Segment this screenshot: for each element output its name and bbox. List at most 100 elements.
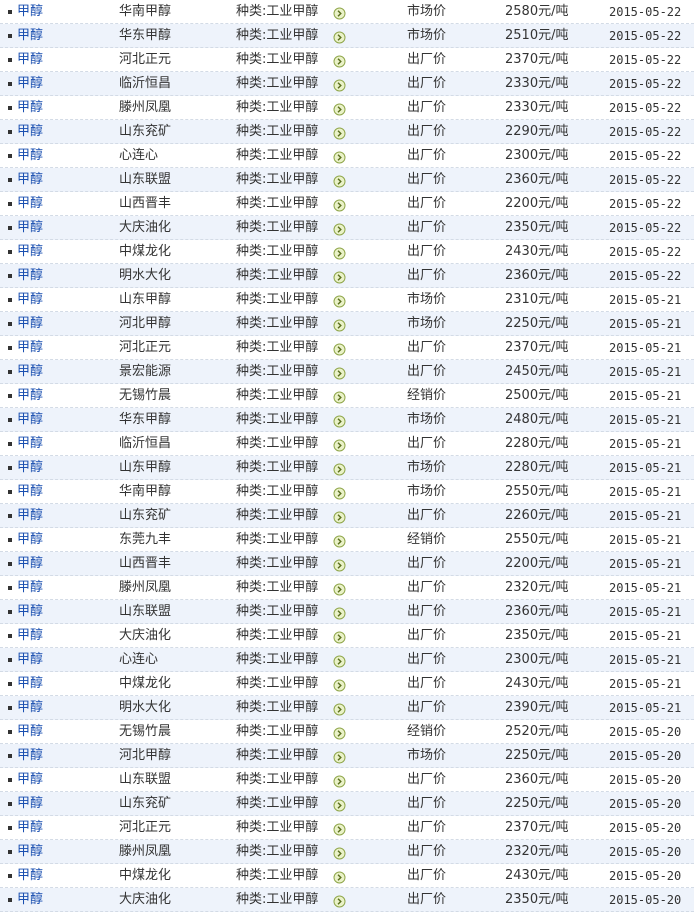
price-date: 2015-05-22 xyxy=(609,149,682,163)
table-row: 甲醇 心连心 种类:工业甲醇 出厂价 2300元/吨 2015-05-22 xyxy=(0,144,694,168)
circle-arrow-right-icon[interactable] xyxy=(333,605,346,620)
price-value: 2360元/吨 xyxy=(505,172,569,187)
table-row: 甲醇 华南甲醇 种类:工业甲醇 市场价 2550元/吨 2015-05-21 xyxy=(0,480,694,504)
product-link[interactable]: 甲醇 xyxy=(17,216,43,240)
circle-arrow-right-icon[interactable] xyxy=(333,413,346,428)
circle-arrow-right-icon[interactable] xyxy=(333,317,346,332)
circle-arrow-right-icon[interactable] xyxy=(333,677,346,692)
circle-arrow-right-icon[interactable] xyxy=(333,77,346,92)
company-name: 河北正元 xyxy=(119,340,172,355)
product-link[interactable]: 甲醇 xyxy=(17,168,43,192)
product-link[interactable]: 甲醇 xyxy=(17,384,43,408)
table-row: 甲醇 华东甲醇 种类:工业甲醇 市场价 2510元/吨 2015-05-22 xyxy=(0,24,694,48)
circle-arrow-right-icon[interactable] xyxy=(333,437,346,452)
circle-arrow-right-icon[interactable] xyxy=(333,269,346,284)
table-row: 甲醇 大庆油化 种类:工业甲醇 出厂价 2350元/吨 2015-05-20 xyxy=(0,888,694,912)
circle-arrow-right-icon[interactable] xyxy=(333,101,346,116)
table-row: 甲醇 山东联盟 种类:工业甲醇 出厂价 2360元/吨 2015-05-21 xyxy=(0,600,694,624)
category-text: 种类:工业甲醇 xyxy=(236,312,318,336)
product-link[interactable]: 甲醇 xyxy=(17,624,43,648)
product-link[interactable]: 甲醇 xyxy=(17,480,43,504)
circle-arrow-right-icon[interactable] xyxy=(333,533,346,548)
product-link[interactable]: 甲醇 xyxy=(17,672,43,696)
product-link[interactable]: 甲醇 xyxy=(17,312,43,336)
circle-arrow-right-icon[interactable] xyxy=(333,821,346,836)
circle-arrow-right-icon[interactable] xyxy=(333,485,346,500)
circle-arrow-right-icon[interactable] xyxy=(333,845,346,860)
circle-arrow-right-icon[interactable] xyxy=(333,5,346,20)
price-value: 2250元/吨 xyxy=(505,316,569,331)
circle-arrow-right-icon[interactable] xyxy=(333,701,346,716)
circle-arrow-right-icon[interactable] xyxy=(333,149,346,164)
product-link[interactable]: 甲醇 xyxy=(17,504,43,528)
product-link[interactable]: 甲醇 xyxy=(17,816,43,840)
price-date: 2015-05-21 xyxy=(609,677,682,691)
circle-arrow-right-icon[interactable] xyxy=(333,629,346,644)
product-link[interactable]: 甲醇 xyxy=(17,600,43,624)
product-link[interactable]: 甲醇 xyxy=(17,120,43,144)
company-name: 河北甲醇 xyxy=(119,316,172,331)
circle-arrow-right-icon[interactable] xyxy=(333,749,346,764)
category-text: 种类:工业甲醇 xyxy=(236,168,318,192)
circle-arrow-right-icon[interactable] xyxy=(333,293,346,308)
product-link[interactable]: 甲醇 xyxy=(17,240,43,264)
category-text: 种类:工业甲醇 xyxy=(236,48,318,72)
product-link[interactable]: 甲醇 xyxy=(17,744,43,768)
product-link[interactable]: 甲醇 xyxy=(17,432,43,456)
circle-arrow-right-icon[interactable] xyxy=(333,173,346,188)
product-link[interactable]: 甲醇 xyxy=(17,696,43,720)
product-link[interactable]: 甲醇 xyxy=(17,648,43,672)
product-link[interactable]: 甲醇 xyxy=(17,528,43,552)
product-link[interactable]: 甲醇 xyxy=(17,336,43,360)
category-value: 工业甲醇 xyxy=(266,724,319,739)
circle-arrow-right-icon[interactable] xyxy=(333,29,346,44)
price-type: 经销价 xyxy=(407,724,447,739)
circle-arrow-right-icon[interactable] xyxy=(333,797,346,812)
product-link[interactable]: 甲醇 xyxy=(17,792,43,816)
price-value: 2360元/吨 xyxy=(505,268,569,283)
product-link[interactable]: 甲醇 xyxy=(17,72,43,96)
product-link[interactable]: 甲醇 xyxy=(17,720,43,744)
circle-arrow-right-icon[interactable] xyxy=(333,125,346,140)
circle-arrow-right-icon[interactable] xyxy=(333,53,346,68)
product-link[interactable]: 甲醇 xyxy=(17,144,43,168)
circle-arrow-right-icon[interactable] xyxy=(333,365,346,380)
category-label: 种类: xyxy=(236,124,267,139)
price-date: 2015-05-22 xyxy=(609,125,682,139)
circle-arrow-right-icon[interactable] xyxy=(333,461,346,476)
product-link[interactable]: 甲醇 xyxy=(17,360,43,384)
circle-arrow-right-icon[interactable] xyxy=(333,557,346,572)
product-link[interactable]: 甲醇 xyxy=(17,552,43,576)
circle-arrow-right-icon[interactable] xyxy=(333,773,346,788)
circle-arrow-right-icon[interactable] xyxy=(333,869,346,884)
product-link[interactable]: 甲醇 xyxy=(17,264,43,288)
product-link[interactable]: 甲醇 xyxy=(17,96,43,120)
product-link[interactable]: 甲醇 xyxy=(17,840,43,864)
product-link[interactable]: 甲醇 xyxy=(17,456,43,480)
product-link[interactable]: 甲醇 xyxy=(17,192,43,216)
circle-arrow-right-icon[interactable] xyxy=(333,245,346,260)
company-name: 明水大化 xyxy=(119,268,172,283)
product-link[interactable]: 甲醇 xyxy=(17,768,43,792)
product-link[interactable]: 甲醇 xyxy=(17,288,43,312)
circle-arrow-right-icon[interactable] xyxy=(333,653,346,668)
price-type: 市场价 xyxy=(407,748,447,763)
circle-arrow-right-icon[interactable] xyxy=(333,581,346,596)
product-link[interactable]: 甲醇 xyxy=(17,24,43,48)
circle-arrow-right-icon[interactable] xyxy=(333,197,346,212)
product-link[interactable]: 甲醇 xyxy=(17,0,43,24)
product-link[interactable]: 甲醇 xyxy=(17,408,43,432)
product-link[interactable]: 甲醇 xyxy=(17,864,43,888)
price-date: 2015-05-22 xyxy=(609,173,682,187)
circle-arrow-right-icon[interactable] xyxy=(333,341,346,356)
product-link[interactable]: 甲醇 xyxy=(17,576,43,600)
circle-arrow-right-icon[interactable] xyxy=(333,509,346,524)
circle-arrow-right-icon[interactable] xyxy=(333,893,346,908)
circle-arrow-right-icon[interactable] xyxy=(333,725,346,740)
price-value: 2330元/吨 xyxy=(505,76,569,91)
product-link[interactable]: 甲醇 xyxy=(17,48,43,72)
circle-arrow-right-icon[interactable] xyxy=(333,389,346,404)
company-name: 滕州凤凰 xyxy=(119,844,172,859)
circle-arrow-right-icon[interactable] xyxy=(333,221,346,236)
product-link[interactable]: 甲醇 xyxy=(17,888,43,912)
